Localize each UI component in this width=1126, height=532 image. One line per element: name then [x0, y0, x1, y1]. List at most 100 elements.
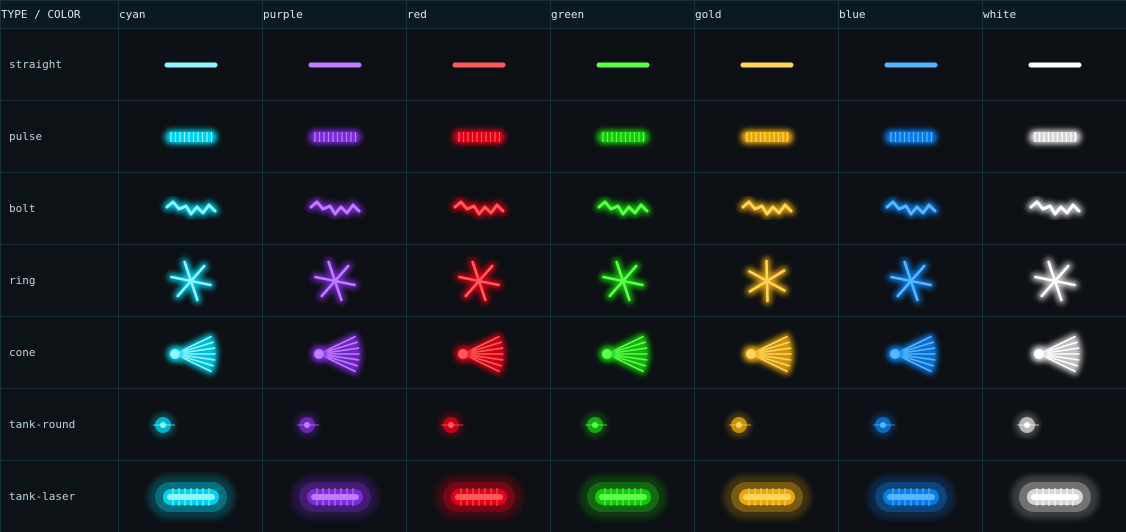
sprite-cell-tank-round-blue	[838, 388, 983, 461]
row-label-ring: ring	[0, 244, 119, 317]
sprite-cell-tank-laser-blue	[838, 460, 983, 532]
straight-red-sprite	[449, 59, 508, 70]
column-header-gold: gold	[694, 0, 839, 29]
straight-white-sprite	[1025, 59, 1084, 70]
row-label-pulse: pulse	[0, 100, 119, 173]
tank-laser-green-sprite	[578, 474, 667, 519]
sprite-cell-straight-purple	[262, 28, 407, 101]
ring-gold-sprite	[745, 256, 788, 305]
sprite-cell-straight-green	[550, 28, 695, 101]
row-label-cone: cone	[0, 316, 119, 389]
bolt-gold-sprite	[738, 197, 795, 218]
column-header-green: green	[550, 0, 695, 29]
sprite-cell-cone-white	[982, 316, 1126, 389]
sprite-cell-pulse-gold	[694, 100, 839, 173]
tank-round-blue-sprite	[866, 408, 899, 441]
sprite-cell-tank-laser-white	[982, 460, 1126, 532]
sprite-cell-pulse-cyan	[118, 100, 263, 173]
tank-round-white-sprite	[1010, 408, 1043, 441]
sprite-cell-tank-laser-red	[406, 460, 551, 532]
cone-white-sprite	[1030, 332, 1082, 375]
pulse-cyan-sprite	[164, 129, 217, 144]
sprite-cell-tank-laser-gold	[694, 460, 839, 532]
pulse-purple-sprite	[308, 129, 361, 144]
sprite-cell-tank-round-green	[550, 388, 695, 461]
sprite-cell-ring-blue	[838, 244, 983, 317]
ring-cyan-sprite	[167, 257, 214, 304]
tank-round-cyan-sprite	[146, 408, 179, 441]
straight-cyan-sprite	[161, 59, 220, 70]
row-label-tank-round: tank-round	[0, 388, 119, 461]
sprite-cell-bolt-gold	[694, 172, 839, 245]
sprite-cell-straight-white	[982, 28, 1126, 101]
sprite-cell-straight-red	[406, 28, 551, 101]
tank-laser-cyan-sprite	[146, 474, 235, 519]
straight-purple-sprite	[305, 59, 364, 70]
row-cone: cone	[0, 316, 1126, 389]
pulse-red-sprite	[452, 129, 505, 144]
cone-red-sprite	[454, 332, 506, 375]
sprite-cell-pulse-green	[550, 100, 695, 173]
column-header-purple: purple	[262, 0, 407, 29]
straight-blue-sprite	[881, 59, 940, 70]
sprite-cell-tank-laser-purple	[262, 460, 407, 532]
sprite-cell-tank-round-red	[406, 388, 551, 461]
column-header-red: red	[406, 0, 551, 29]
tank-round-red-sprite	[434, 408, 467, 441]
ring-red-sprite	[455, 257, 502, 304]
ring-blue-sprite	[887, 257, 934, 304]
tank-round-gold-sprite	[722, 408, 755, 441]
row-label-bolt: bolt	[0, 172, 119, 245]
column-header-white: white	[982, 0, 1126, 29]
bolt-red-sprite	[450, 197, 507, 218]
ring-purple-sprite	[311, 257, 358, 304]
column-header-cyan: cyan	[118, 0, 263, 29]
sprite-cell-ring-red	[406, 244, 551, 317]
pulse-blue-sprite	[884, 129, 937, 144]
tank-round-purple-sprite	[290, 408, 323, 441]
row-bolt: bolt	[0, 172, 1126, 245]
corner-header: TYPE / COLOR	[0, 0, 119, 29]
sprite-cell-pulse-red	[406, 100, 551, 173]
straight-gold-sprite	[737, 59, 796, 70]
projectile-grid: TYPE / COLOR cyan purple red green gold …	[0, 0, 1126, 532]
row-label-straight: straight	[0, 28, 119, 101]
pulse-gold-sprite	[740, 129, 793, 144]
row-pulse: pulse	[0, 100, 1126, 173]
tank-laser-blue-sprite	[866, 474, 955, 519]
column-header-blue: blue	[838, 0, 983, 29]
row-tank-round: tank-round	[0, 388, 1126, 461]
tank-laser-gold-sprite	[722, 474, 811, 519]
straight-green-sprite	[593, 59, 652, 70]
sprite-cell-tank-round-cyan	[118, 388, 263, 461]
row-straight: straight	[0, 28, 1126, 101]
ring-green-sprite	[599, 257, 646, 304]
row-label-tank-laser: tank-laser	[0, 460, 119, 532]
cone-purple-sprite	[310, 332, 362, 375]
cone-green-sprite	[598, 332, 650, 375]
sprite-cell-cone-purple	[262, 316, 407, 389]
bolt-purple-sprite	[306, 197, 363, 218]
sprite-cell-ring-white	[982, 244, 1126, 317]
sprite-cell-bolt-green	[550, 172, 695, 245]
header-row: TYPE / COLOR cyan purple red green gold …	[0, 0, 1126, 29]
pulse-green-sprite	[596, 129, 649, 144]
row-tank-laser: tank-laser	[0, 460, 1126, 532]
sprite-cell-tank-round-purple	[262, 388, 407, 461]
ring-white-sprite	[1031, 257, 1078, 304]
sprite-cell-bolt-purple	[262, 172, 407, 245]
sprite-cell-straight-gold	[694, 28, 839, 101]
sprite-cell-cone-red	[406, 316, 551, 389]
tank-laser-red-sprite	[434, 474, 523, 519]
cone-gold-sprite	[742, 332, 794, 375]
cone-blue-sprite	[886, 332, 938, 375]
sprite-cell-straight-blue	[838, 28, 983, 101]
sprite-cell-ring-green	[550, 244, 695, 317]
tank-round-green-sprite	[578, 408, 611, 441]
sprite-cell-bolt-blue	[838, 172, 983, 245]
tank-laser-purple-sprite	[290, 474, 379, 519]
pulse-white-sprite	[1028, 129, 1081, 144]
sprite-cell-tank-laser-green	[550, 460, 695, 532]
grid-body: straight pulse bolt ring cone tank-round tank-…	[0, 28, 1126, 532]
sprite-cell-bolt-white	[982, 172, 1126, 245]
